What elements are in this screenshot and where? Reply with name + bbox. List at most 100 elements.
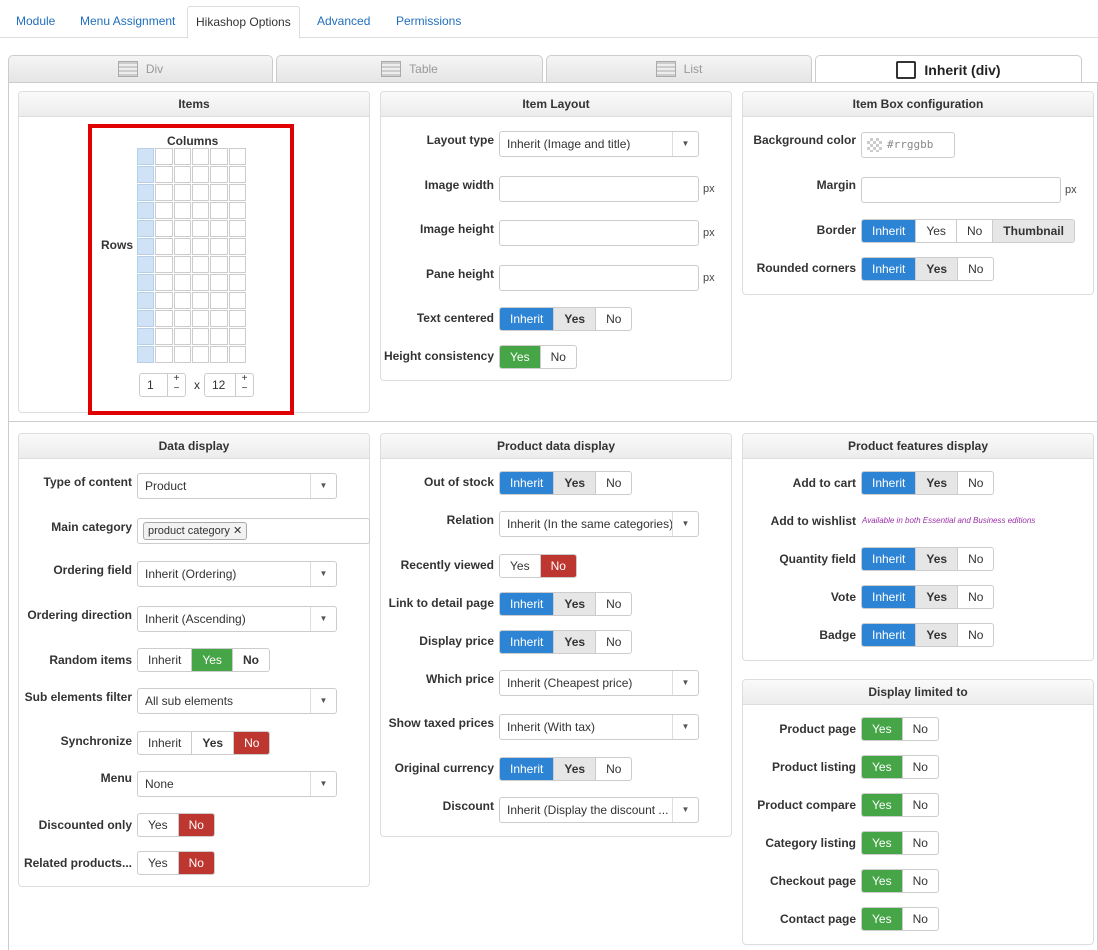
inherit-option[interactable]: Inherit <box>862 586 917 608</box>
grid-cell[interactable] <box>155 202 173 219</box>
inherit-option[interactable]: Inherit <box>862 258 917 280</box>
grid-cell[interactable] <box>137 148 155 165</box>
inherit-option[interactable]: Inherit <box>500 593 555 615</box>
text-centered-toggle[interactable]: Inherit Yes No <box>499 307 633 331</box>
grid-cell[interactable] <box>228 148 246 165</box>
tab-advanced[interactable]: Advanced <box>309 6 378 38</box>
grid-cell[interactable] <box>155 238 173 255</box>
inherit-option[interactable]: Inherit <box>138 732 193 754</box>
ordering-field-select[interactable]: Inherit (Ordering) <box>137 561 337 587</box>
main-category-input[interactable]: product category ✕ <box>137 518 370 544</box>
color-swatch-icon[interactable] <box>867 138 882 152</box>
grid-cell[interactable] <box>191 220 210 237</box>
layout-tab-list[interactable]: List <box>546 55 812 82</box>
grid-cell[interactable] <box>210 184 228 201</box>
grid-cell[interactable] <box>228 238 246 255</box>
layout-grid[interactable] <box>137 148 247 364</box>
grid-cell[interactable] <box>155 148 173 165</box>
grid-cell[interactable] <box>228 346 246 363</box>
no-option[interactable]: No <box>958 548 993 570</box>
grid-cell[interactable] <box>173 220 191 237</box>
yes-option[interactable]: Yes <box>554 593 597 615</box>
grid-cell[interactable] <box>210 238 228 255</box>
discount-select[interactable]: Inherit (Display the discount ... <box>499 797 699 823</box>
inherit-option[interactable]: Inherit <box>500 758 555 780</box>
relation-select[interactable]: Inherit (In the same categories) <box>499 511 699 537</box>
yes-option[interactable]: Yes <box>192 649 233 671</box>
no-option[interactable]: No <box>903 718 938 740</box>
product-page-toggle[interactable]: Yes No <box>861 717 939 741</box>
product-compare-toggle[interactable]: Yes No <box>861 793 939 817</box>
inherit-option[interactable]: Inherit <box>862 624 917 646</box>
no-option[interactable]: No <box>596 472 631 494</box>
rows-spinner[interactable]: 12 + − <box>204 373 254 397</box>
random-items-toggle[interactable]: Inherit Yes No <box>137 648 270 672</box>
inherit-option[interactable]: Inherit <box>862 220 917 242</box>
grid-cell[interactable] <box>210 166 228 183</box>
grid-cell[interactable] <box>173 274 191 291</box>
grid-cell[interactable] <box>137 274 155 291</box>
display-price-toggle[interactable]: Inherit Yes No <box>499 630 633 654</box>
recently-viewed-toggle[interactable]: Yes No <box>499 554 577 578</box>
grid-cell[interactable] <box>155 220 173 237</box>
grid-cell[interactable] <box>210 274 228 291</box>
synchronize-toggle[interactable]: Inherit Yes No <box>137 731 271 755</box>
grid-cell[interactable] <box>210 346 228 363</box>
no-option[interactable]: No <box>903 756 938 778</box>
grid-cell[interactable] <box>191 328 210 345</box>
grid-cell[interactable] <box>137 310 155 327</box>
tab-module[interactable]: Module <box>8 6 63 38</box>
vote-toggle[interactable]: Inherit Yes No <box>861 585 995 609</box>
grid-cell[interactable] <box>228 292 246 309</box>
border-toggle[interactable]: Inherit Yes No Thumbnail <box>861 219 1075 243</box>
grid-cell[interactable] <box>228 310 246 327</box>
grid-cell[interactable] <box>191 274 210 291</box>
yes-option[interactable]: Yes <box>916 624 959 646</box>
no-option[interactable]: No <box>596 308 631 330</box>
grid-cell[interactable] <box>155 328 173 345</box>
layout-type-select[interactable]: Inherit (Image and title) <box>499 131 699 157</box>
contact-page-toggle[interactable]: Yes No <box>861 907 939 931</box>
no-option[interactable]: No <box>958 472 993 494</box>
inherit-option[interactable]: Inherit <box>500 472 555 494</box>
yes-option[interactable]: Yes <box>916 258 959 280</box>
inherit-option[interactable]: Inherit <box>500 631 555 653</box>
grid-cell[interactable] <box>191 310 210 327</box>
add-to-cart-toggle[interactable]: Inherit Yes No <box>861 471 995 495</box>
no-option[interactable]: No <box>596 758 631 780</box>
margin-input[interactable] <box>861 177 1061 203</box>
pane-height-input[interactable] <box>499 265 699 291</box>
related-products-toggle[interactable]: Yes No <box>137 851 215 875</box>
yes-option[interactable]: Yes <box>916 220 957 242</box>
grid-cell[interactable] <box>191 148 210 165</box>
original-currency-toggle[interactable]: Inherit Yes No <box>499 757 633 781</box>
grid-cell[interactable] <box>191 292 210 309</box>
inherit-option[interactable]: Inherit <box>138 649 193 671</box>
image-width-input[interactable] <box>499 176 699 202</box>
minus-icon[interactable]: − <box>242 383 248 394</box>
layout-tab-div[interactable]: Div <box>8 55 273 82</box>
quantity-field-toggle[interactable]: Inherit Yes No <box>861 547 995 571</box>
yes-option[interactable]: Yes <box>554 308 597 330</box>
yes-option[interactable]: Yes <box>554 758 597 780</box>
no-option[interactable]: No <box>958 258 993 280</box>
grid-cell[interactable] <box>173 184 191 201</box>
background-color-input[interactable]: #rrggbb <box>861 132 955 158</box>
yes-option[interactable]: Yes <box>862 908 903 930</box>
grid-cell[interactable] <box>155 310 173 327</box>
grid-cell[interactable] <box>228 328 246 345</box>
grid-cell[interactable] <box>210 328 228 345</box>
grid-cell[interactable] <box>173 166 191 183</box>
inherit-option[interactable]: Inherit <box>862 548 917 570</box>
yes-option[interactable]: Yes <box>916 472 959 494</box>
tab-menu-assignment[interactable]: Menu Assignment <box>72 6 183 38</box>
grid-cell[interactable] <box>228 166 246 183</box>
grid-cell[interactable] <box>137 256 155 273</box>
grid-cell[interactable] <box>210 292 228 309</box>
grid-cell[interactable] <box>228 202 246 219</box>
sub-elements-filter-select[interactable]: All sub elements <box>137 688 337 714</box>
yes-option[interactable]: Yes <box>554 472 597 494</box>
menu-select[interactable]: None <box>137 771 337 797</box>
yes-option[interactable]: Yes <box>192 732 235 754</box>
yes-option[interactable]: Yes <box>862 794 903 816</box>
